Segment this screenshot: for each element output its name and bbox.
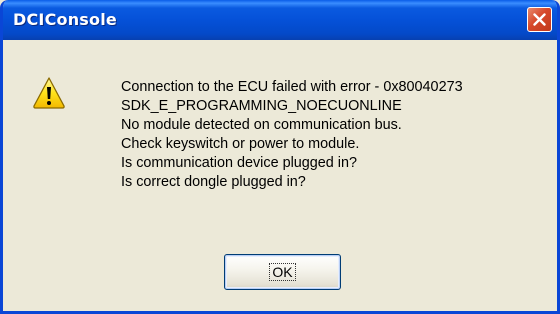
- dialog-window: DCIConsole Connection to the ECU failed …: [0, 0, 560, 314]
- message-line-keyswitch: Check keyswitch or power to module.: [121, 136, 360, 152]
- message-line-error-code: SDK_E_PROGRAMMING_NOECUONLINE: [121, 98, 402, 114]
- message-text: Connection to the ECU failed with error …: [121, 78, 557, 192]
- message-line-dongle: Is correct dongle plugged in?: [121, 174, 306, 190]
- title-bar[interactable]: DCIConsole: [3, 0, 557, 40]
- message-line-no-module: No module detected on communication bus.: [121, 117, 402, 133]
- message-line-error: Connection to the ECU failed with error …: [121, 79, 463, 95]
- window-title: DCIConsole: [13, 10, 117, 29]
- ok-button-label: OK: [269, 263, 296, 281]
- message-line-device: Is communication device plugged in?: [121, 155, 357, 171]
- close-icon: [533, 13, 546, 26]
- ok-button[interactable]: OK: [224, 254, 341, 290]
- close-button[interactable]: [527, 7, 552, 32]
- warning-icon: [32, 76, 66, 110]
